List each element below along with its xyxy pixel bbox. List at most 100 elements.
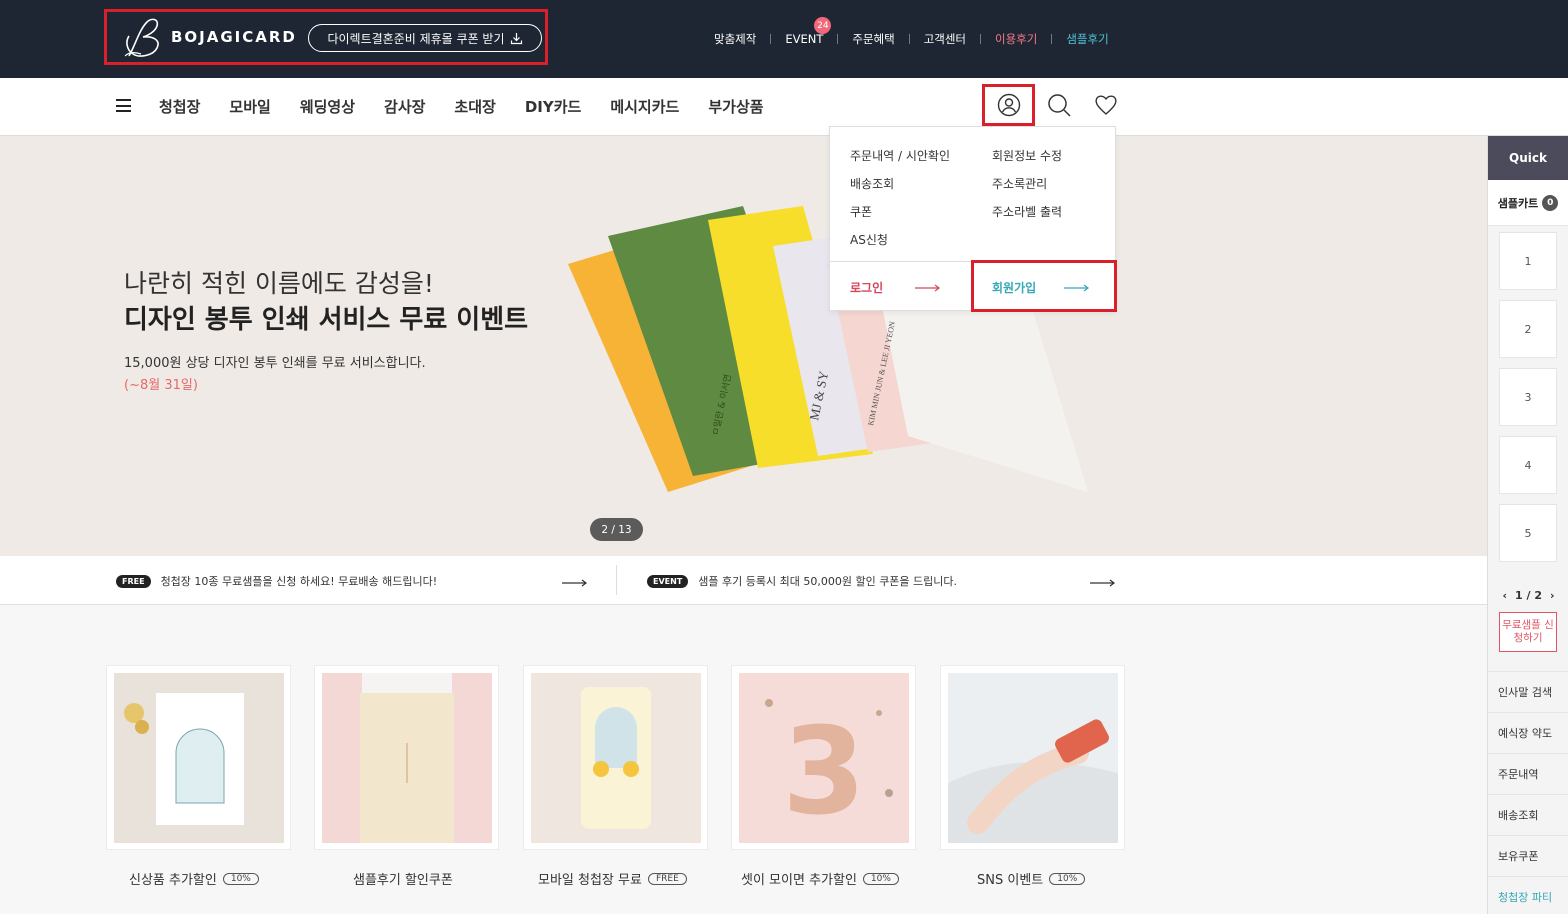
nav-item-thank-you[interactable]: 감사장 bbox=[384, 96, 425, 117]
util-link-label: 주문혜택 bbox=[852, 32, 895, 46]
notice-event[interactable]: EVENT 샘플 후기 등록시 최대 50,000원 할인 쿠폰을 드립니다. bbox=[647, 573, 957, 589]
logo-text[interactable]: BOJAGICARD bbox=[171, 28, 297, 46]
promo-card-three[interactable]: 3 bbox=[731, 665, 916, 850]
util-link-benefits[interactable]: 주문혜택 bbox=[838, 31, 908, 47]
signup-label: 회원가입 bbox=[992, 281, 1037, 295]
promo-label-text: 셋이 모이면 추가할인 bbox=[741, 873, 857, 888]
util-link-label: 맞춤제작 bbox=[714, 32, 757, 46]
nav-item-invitation[interactable]: 초대장 bbox=[454, 96, 495, 117]
quick-link-delivery[interactable]: 배송조회 bbox=[1488, 794, 1568, 835]
util-link-reviews[interactable]: 이용후기 bbox=[981, 31, 1051, 47]
notice-text: 청첩장 10종 무료샘플을 신청 하세요! 무료배송 해드립니다! bbox=[160, 575, 438, 588]
util-link-sample-reviews[interactable]: 샘플후기 bbox=[1052, 31, 1122, 47]
signup-highlight-box[interactable]: 회원가입 bbox=[971, 260, 1117, 312]
hero-period: (~8월 31일) bbox=[124, 378, 198, 393]
util-link-support[interactable]: 고객센터 bbox=[910, 31, 980, 47]
menu-address-book[interactable]: 주소록관리 bbox=[992, 175, 1062, 192]
heart-icon[interactable] bbox=[1094, 93, 1118, 117]
hero-headline-2: 디자인 봉투 인쇄 서비스 무료 이벤트 bbox=[124, 305, 529, 335]
promo-label-text: 모바일 청첩장 무료 bbox=[538, 873, 642, 888]
quick-link-greeting-search[interactable]: 인사말 검색 bbox=[1488, 671, 1568, 712]
promo-image bbox=[322, 673, 492, 843]
nav-item-message-card[interactable]: 메시지카드 bbox=[610, 96, 679, 117]
dropdown-actions: 로그인 회원가입 bbox=[830, 260, 1117, 312]
util-link-label: 이용후기 bbox=[995, 32, 1038, 46]
menu-coupons[interactable]: 쿠폰 bbox=[850, 203, 950, 220]
quick-link-venue-map[interactable]: 예식장 약도 bbox=[1488, 712, 1568, 753]
coupon-button-label: 다이렉트결혼준비 제휴몰 쿠폰 받기 bbox=[327, 31, 505, 46]
hero-banner[interactable]: MJ & SY KIM MIN JUN & LEE JI YEON ㅁ일란 & … bbox=[0, 136, 1487, 556]
quick-title: Quick bbox=[1488, 136, 1568, 180]
menu-order-history[interactable]: 주문내역 / 시안확인 bbox=[850, 147, 950, 164]
chevron-left-icon[interactable]: ‹ bbox=[1502, 589, 1507, 602]
sample-slot[interactable]: 5 bbox=[1499, 504, 1557, 562]
promo-label-sns: SNS 이벤트 10% bbox=[977, 869, 1086, 888]
top-bar: BOJAGICARD 다이렉트결혼준비 제휴몰 쿠폰 받기 맞춤제작 EVENT… bbox=[0, 0, 1568, 78]
login-label: 로그인 bbox=[850, 281, 884, 295]
nav-item-wedding-video[interactable]: 웨딩영상 bbox=[300, 96, 355, 117]
menu-edit-profile[interactable]: 회원정보 수정 bbox=[992, 147, 1062, 164]
hero-headline-1: 나란히 적힌 이름에도 감성을! bbox=[124, 269, 434, 298]
promo-image bbox=[114, 673, 284, 843]
promo-card-sample-review[interactable] bbox=[314, 665, 499, 850]
search-icon[interactable] bbox=[1047, 93, 1071, 117]
signup-button[interactable]: 회원가입 bbox=[992, 279, 1090, 296]
login-button[interactable]: 로그인 bbox=[850, 279, 941, 296]
quick-link-party[interactable]: 청첩장 파티 bbox=[1488, 876, 1568, 917]
promo-image bbox=[948, 673, 1118, 843]
logo-b-icon[interactable] bbox=[121, 16, 167, 60]
event-count-badge: 24 bbox=[814, 17, 832, 34]
quick-link-coupons[interactable]: 보유쿠폰 bbox=[1488, 835, 1568, 876]
sample-slot[interactable]: 1 bbox=[1499, 232, 1557, 290]
user-icon bbox=[997, 93, 1020, 117]
quick-page-indicator: 1 / 2 bbox=[1515, 589, 1542, 602]
promo-card-mobile[interactable] bbox=[523, 665, 708, 850]
promo-label-sample-review: 샘플후기 할인쿠폰 bbox=[353, 869, 453, 888]
svg-text:3: 3 bbox=[782, 703, 866, 842]
sample-cart-count: 0 bbox=[1542, 194, 1559, 211]
arrow-right-icon bbox=[915, 284, 941, 291]
notice-free[interactable]: FREE 청첩장 10종 무료샘플을 신청 하세요! 무료배송 해드립니다! bbox=[116, 573, 437, 589]
util-link-label: 샘플후기 bbox=[1066, 32, 1109, 46]
user-account-button[interactable] bbox=[982, 84, 1035, 126]
sample-slot[interactable]: 4 bbox=[1499, 436, 1557, 494]
quick-sidebar: Quick 샘플카트 0 1 2 3 4 5 ‹ 1 / 2 › 무료샘플 신청… bbox=[1487, 136, 1568, 914]
menu-address-label[interactable]: 주소라벨 출력 bbox=[992, 203, 1062, 220]
sample-slot[interactable]: 3 bbox=[1499, 368, 1557, 426]
utility-links: 맞춤제작 EVENT 24 주문혜택 고객센터 이용후기 샘플후기 bbox=[714, 17, 1123, 47]
hamburger-menu-icon[interactable] bbox=[116, 99, 131, 112]
sample-cart[interactable]: 샘플카트 0 bbox=[1488, 180, 1568, 226]
nav-item-diy-card[interactable]: DIY카드 bbox=[525, 96, 582, 117]
util-link-custom[interactable]: 맞춤제작 bbox=[714, 31, 770, 47]
envelopes-illustration: MJ & SY KIM MIN JUN & LEE JI YEON ㅁ일란 & … bbox=[568, 206, 1088, 492]
divider bbox=[616, 565, 617, 595]
promo-label-text: 신상품 추가할인 bbox=[129, 873, 217, 888]
sample-slot[interactable]: 2 bbox=[1499, 300, 1557, 358]
util-link-label: EVENT bbox=[785, 32, 824, 46]
nav-item-mobile[interactable]: 모바일 bbox=[229, 96, 270, 117]
nav-item-wedding-invitation[interactable]: 청첩장 bbox=[159, 96, 200, 117]
arrow-right-icon[interactable] bbox=[1090, 579, 1116, 587]
promo-label-text: 샘플후기 할인쿠폰 bbox=[353, 873, 453, 888]
free-sample-button[interactable]: 무료샘플 신청하기 bbox=[1499, 612, 1557, 652]
promo-label-mobile: 모바일 청첩장 무료 FREE bbox=[538, 869, 687, 888]
notice-tag: EVENT bbox=[647, 574, 689, 588]
menu-delivery-tracking[interactable]: 배송조회 bbox=[850, 175, 950, 192]
promo-card-sns[interactable] bbox=[940, 665, 1125, 850]
quick-links: 인사말 검색 예식장 약도 주문내역 배송조회 보유쿠폰 청첩장 파티 bbox=[1488, 671, 1568, 917]
menu-as-request[interactable]: AS신청 bbox=[850, 231, 950, 248]
promo-card-new-product[interactable] bbox=[106, 665, 291, 850]
util-link-label: 고객센터 bbox=[923, 32, 967, 46]
nav-item-extras[interactable]: 부가상품 bbox=[708, 96, 763, 117]
coupon-download-button[interactable]: 다이렉트결혼준비 제휴몰 쿠폰 받기 bbox=[308, 24, 542, 52]
arrow-right-icon[interactable] bbox=[562, 579, 588, 587]
logo-highlight-box: BOJAGICARD 다이렉트결혼준비 제휴몰 쿠폰 받기 bbox=[104, 9, 548, 65]
quick-link-orders[interactable]: 주문내역 bbox=[1488, 753, 1568, 794]
hero-pager[interactable]: 2 / 13 bbox=[590, 518, 643, 541]
user-dropdown-menu: 주문내역 / 시안확인 배송조회 쿠폰 AS신청 회원정보 수정 주소록관리 주… bbox=[829, 126, 1117, 312]
util-link-event[interactable]: EVENT 24 bbox=[771, 17, 837, 46]
notice-bar: FREE 청첩장 10종 무료샘플을 신청 하세요! 무료배송 해드립니다! E… bbox=[0, 556, 1487, 605]
promo-label-three: 셋이 모이면 추가할인 10% bbox=[741, 869, 899, 888]
notice-text: 샘플 후기 등록시 최대 50,000원 할인 쿠폰을 드립니다. bbox=[698, 575, 958, 588]
chevron-right-icon[interactable]: › bbox=[1550, 589, 1555, 602]
